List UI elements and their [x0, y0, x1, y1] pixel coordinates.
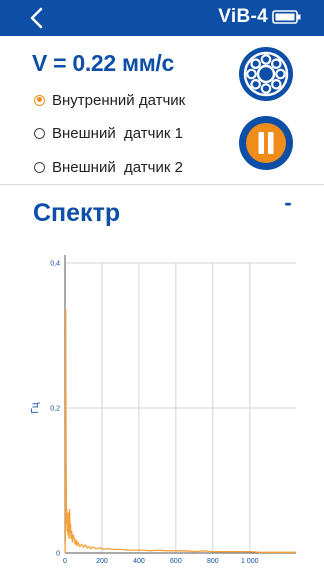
- spectrum-data-point: [83, 546, 84, 548]
- section-divider: [0, 184, 324, 185]
- spectrum-data-point: [66, 523, 67, 525]
- spectrum-data-point: [267, 551, 269, 553]
- spectrum-data-point: [92, 546, 94, 548]
- sensor-option-internal[interactable]: Внутренний датчик: [34, 90, 185, 110]
- spectrum-data-point: [134, 549, 136, 551]
- spectrum-data-point: [193, 551, 195, 552]
- spectrum-data-point: [157, 549, 158, 551]
- x-tick-label: 0: [63, 558, 67, 565]
- y-tick-label: 0,4: [50, 261, 60, 268]
- y-axis-label: Гц: [30, 402, 41, 413]
- spectrum-data-point: [166, 550, 168, 552]
- velocity-reading: V = 0.22 мм/с: [32, 50, 175, 76]
- sensor-option-external-1[interactable]: Внешний датчик 1: [34, 123, 183, 143]
- spectrum-data-point: [76, 545, 78, 547]
- x-tick-label: 1 000: [241, 558, 259, 565]
- device-name: ViB-4: [218, 6, 268, 27]
- spectrum-data-point: [71, 541, 73, 543]
- spectrum-data-point: [67, 519, 68, 521]
- sensor-option-label: Внешний датчик 2: [52, 158, 183, 176]
- x-tick-label: 600: [170, 558, 182, 565]
- spectrum-data-point: [175, 550, 177, 552]
- x-tick-label: 800: [207, 558, 219, 565]
- sensor-option-label: Внутренний датчик: [52, 91, 186, 109]
- spectrum-data-point: [65, 309, 67, 311]
- spectrum-data-point: [88, 546, 90, 547]
- spectrum-data-point: [81, 543, 83, 545]
- spectrum-data-point: [70, 523, 71, 525]
- radio-button[interactable]: [34, 161, 45, 173]
- spectrum-data-point: [286, 551, 288, 553]
- spectrum-data-point: [127, 549, 129, 551]
- spectrum-data-point: [184, 550, 186, 552]
- spectrum-title: Спектр: [33, 199, 121, 227]
- spectrum-series-line: [64, 309, 296, 554]
- spectrum-data-point: [74, 543, 76, 545]
- spectrum-data-point: [221, 551, 223, 552]
- spectrum-data-point: [212, 551, 214, 552]
- spectrum-data-point: [67, 534, 69, 536]
- spectrum-data-point: [73, 538, 75, 539]
- spectrum-data-point: [75, 539, 77, 541]
- spectrum-data-point: [79, 546, 81, 547]
- spectrum-data-point: [64, 552, 66, 554]
- spectrum-data-point: [66, 509, 68, 510]
- radio-button[interactable]: [34, 94, 45, 106]
- spectrum-data-point: [107, 548, 108, 550]
- bearing-icon[interactable]: [238, 46, 294, 102]
- spectrum-data-point: [277, 551, 278, 553]
- spectrum-data-point: [99, 547, 101, 549]
- spectrum-data-point: [112, 548, 114, 550]
- spectrum-data-point: [70, 538, 72, 539]
- y-tick-label: 0,2: [50, 406, 60, 413]
- spectrum-data-point: [66, 530, 68, 532]
- spectrum-data-point: [86, 547, 88, 549]
- app-bar: ViB-4: [0, 0, 324, 36]
- sensor-option-label: Внешний датчик 1: [52, 124, 183, 142]
- spectrum-chart: 0 200 400 600 800 1 000 0 0,2 0,4 Гц: [30, 255, 297, 565]
- spectrum-data-point: [77, 541, 79, 543]
- spectrum-data-point: [230, 551, 232, 552]
- y-tick-label: 0: [56, 551, 60, 558]
- chevron-left-icon[interactable]: [24, 4, 52, 32]
- spectrum-data-point: [67, 512, 69, 514]
- collapse-button[interactable]: -: [280, 192, 296, 214]
- battery-icon: [272, 10, 301, 24]
- spectrum-data-point: [69, 530, 71, 532]
- spectrum-data-point: [96, 548, 97, 550]
- radio-button[interactable]: [34, 127, 45, 139]
- spectrum-data-point: [295, 551, 297, 553]
- spectrum-data-point: [120, 548, 121, 550]
- spectrum-data-point: [203, 550, 205, 552]
- spectrum-data-point: [72, 534, 74, 536]
- pause-icon[interactable]: [238, 115, 294, 171]
- spectrum-data-point: [90, 548, 92, 550]
- spectrum-data-point: [103, 548, 105, 550]
- spectrum-data-point: [65, 443, 67, 445]
- spectrum-data-point: [68, 538, 70, 539]
- spectrum-data-point: [71, 530, 73, 532]
- sensor-option-external-2[interactable]: Внешний датчик 2: [34, 157, 183, 177]
- spectrum-data-point: [84, 544, 86, 546]
- x-tick-label: 400: [133, 558, 145, 565]
- spectrum-data-point: [64, 538, 66, 539]
- spectrum-data-point: [149, 550, 151, 552]
- spectrum-data-point: [249, 551, 251, 552]
- x-tick-label: 200: [96, 558, 108, 565]
- spectrum-data-point: [69, 509, 71, 510]
- spectrum-data-point: [240, 551, 241, 552]
- spectrum-data-point: [258, 551, 260, 553]
- spectrum-data-point: [142, 549, 144, 551]
- spectrum-data-point: [68, 527, 70, 529]
